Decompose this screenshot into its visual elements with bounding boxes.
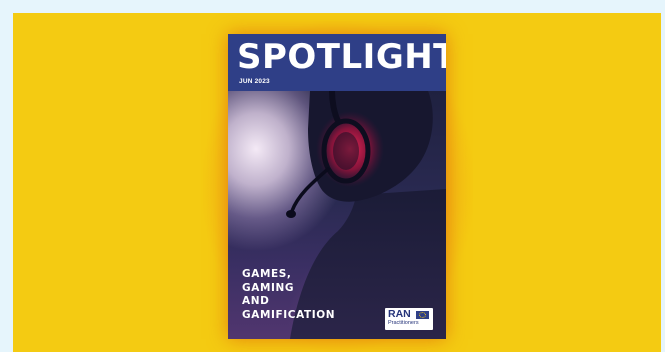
magazine-cover-image[interactable]: SPOTLIGHT JUN 2023 GAMES, GAMING AND GAM…	[228, 34, 446, 339]
headline-line: GAMES,	[242, 268, 292, 280]
cover-header: SPOTLIGHT JUN 2023	[228, 34, 446, 91]
headline-line: GAMING	[242, 281, 295, 294]
page-frame: SPOTLIGHT JUN 2023 GAMES, GAMING AND GAM…	[0, 0, 665, 352]
cover-date: JUN 2023	[239, 78, 270, 85]
ran-practitioners-logo: RAN Practitioners	[385, 308, 433, 330]
headline-line: AND	[242, 295, 270, 307]
eu-flag-icon	[416, 311, 429, 319]
headline-line: GAMIFICATION	[242, 308, 336, 321]
cover-headline: GAMES, GAMING AND GAMIFICATION	[242, 268, 335, 322]
cover-title: SPOTLIGHT	[237, 37, 446, 77]
promo-panel: SPOTLIGHT JUN 2023 GAMES, GAMING AND GAM…	[13, 13, 661, 352]
ran-logo-subtitle: Practitioners	[388, 320, 419, 326]
